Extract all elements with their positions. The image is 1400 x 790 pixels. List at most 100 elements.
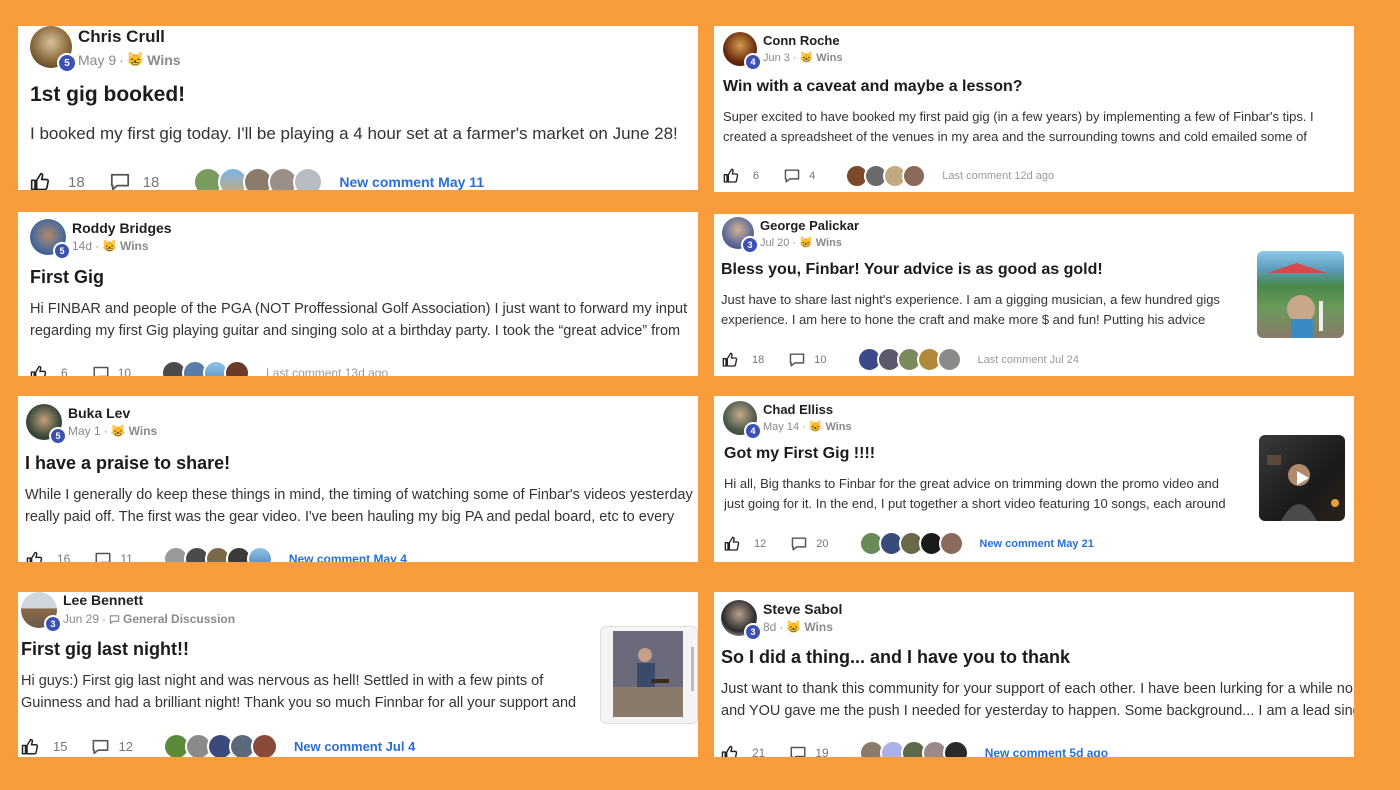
- post-body[interactable]: While I generally do keep these things i…: [25, 485, 698, 529]
- post-body[interactable]: Hi FINBAR and people of the PGA (NOT Pro…: [30, 299, 698, 343]
- thumbs-up-icon[interactable]: [30, 172, 50, 190]
- post-title[interactable]: Win with a caveat and maybe a lesson?: [723, 78, 1023, 96]
- party-emoji-icon: 😸: [102, 239, 117, 253]
- party-emoji-icon: 😸: [799, 52, 814, 64]
- thumbs-up-icon[interactable]: [30, 365, 47, 377]
- body-line: Hi guys:) First gig last night and was n…: [21, 673, 544, 689]
- avatar[interactable]: 5: [26, 404, 67, 445]
- comment-bubble-icon[interactable]: [790, 536, 808, 552]
- activity-link[interactable]: Last comment 13d ago: [266, 366, 388, 376]
- post-card[interactable]: 5 Roddy Bridges 14d · 😸 Wins First Gig Hi…: [18, 212, 698, 376]
- level-badge: 5: [53, 242, 71, 260]
- avatar[interactable]: 5: [30, 219, 71, 260]
- post-title[interactable]: I have a praise to share!: [25, 453, 230, 474]
- author-name[interactable]: George Palickar: [760, 218, 859, 233]
- post-title[interactable]: First gig last night!!: [21, 639, 189, 660]
- comment-count: 10: [814, 353, 827, 366]
- thumbs-up-icon[interactable]: [26, 551, 43, 563]
- category-label[interactable]: Wins: [129, 424, 158, 438]
- commenter-avatars: [858, 531, 964, 556]
- author-name[interactable]: Lee Bennett: [63, 592, 235, 608]
- like-count: 6: [61, 366, 68, 376]
- activity-link[interactable]: New comment May 21: [980, 538, 1094, 550]
- activity-link[interactable]: New comment May 4: [289, 552, 407, 562]
- thumbs-up-icon[interactable]: [724, 536, 740, 552]
- avatar[interactable]: 3: [722, 217, 759, 254]
- comment-bubble-icon[interactable]: [94, 551, 112, 563]
- post-card[interactable]: 3 Steve Sabol 8d · 😸 Wins So I did a thin…: [714, 592, 1354, 757]
- post-thumbnail[interactable]: [1257, 251, 1344, 338]
- play-icon[interactable]: [1259, 435, 1345, 521]
- post-body[interactable]: Just have to share last night's experien…: [721, 290, 1241, 329]
- post-card[interactable]: 4 Conn Roche Jun 3 · 😸 Wins Win with a ca…: [714, 26, 1354, 192]
- commenter-avatars: [193, 167, 324, 190]
- post-title[interactable]: Got my First Gig !!!!: [724, 445, 875, 463]
- author-name[interactable]: Chad Elliss: [763, 402, 852, 417]
- post-date: 14d: [72, 239, 93, 253]
- body-line: Just have to share last night's experien…: [721, 292, 1220, 307]
- avatar: [938, 531, 964, 556]
- avatar[interactable]: 3: [21, 592, 62, 633]
- comment-bubble-icon[interactable]: [788, 352, 806, 368]
- level-badge: 3: [744, 623, 762, 641]
- post-title[interactable]: Bless you, Finbar! Your advice is as goo…: [721, 261, 1103, 279]
- comment-bubble-icon[interactable]: [789, 745, 807, 758]
- comment-bubble-icon[interactable]: [783, 168, 801, 184]
- post-thumbnail[interactable]: [600, 626, 698, 724]
- comment-bubble-icon[interactable]: [92, 365, 110, 377]
- post-body[interactable]: Super excited to have booked my first pa…: [723, 107, 1351, 146]
- comment-bubble-icon[interactable]: [109, 172, 131, 190]
- comment-bubble-icon[interactable]: [91, 738, 110, 756]
- post-date: May 1: [68, 424, 101, 438]
- like-count: 18: [68, 173, 85, 191]
- author-name[interactable]: Chris Crull: [78, 27, 181, 47]
- thumbs-up-icon[interactable]: [722, 352, 738, 368]
- post-card[interactable]: 4 Chad Elliss May 14 · 😸 Wins Got my Firs…: [714, 396, 1354, 562]
- activity-link[interactable]: New comment 5d ago: [985, 746, 1108, 757]
- commenter-avatars: [162, 733, 278, 757]
- post-card[interactable]: 5 Buka Lev May 1 · 😸 Wins I have a praise…: [18, 396, 698, 562]
- thumbs-up-icon[interactable]: [723, 168, 739, 184]
- post-date: Jun 29: [63, 612, 100, 626]
- post-body[interactable]: Hi all, Big thanks to Finbar for the gre…: [724, 474, 1249, 513]
- category-label[interactable]: Wins: [120, 239, 149, 253]
- activity-link[interactable]: Last comment 12d ago: [942, 170, 1054, 182]
- avatar[interactable]: 4: [723, 401, 762, 440]
- comment-count: 11: [120, 552, 133, 562]
- level-badge: 5: [49, 427, 67, 445]
- activity-link[interactable]: New comment Jul 4: [294, 739, 415, 754]
- category-label[interactable]: Wins: [804, 620, 833, 634]
- avatar[interactable]: 4: [723, 32, 762, 71]
- avatar[interactable]: 3: [721, 600, 762, 641]
- avatar: [246, 546, 273, 562]
- comment-count: 12: [118, 739, 133, 754]
- party-emoji-icon: 😸: [799, 237, 813, 249]
- post-title[interactable]: First Gig: [30, 267, 104, 288]
- post-title[interactable]: So I did a thing... and I have you to th…: [721, 647, 1070, 668]
- author-name[interactable]: Buka Lev: [68, 405, 157, 421]
- post-body[interactable]: Just want to thank this community for yo…: [721, 679, 1354, 723]
- post-title[interactable]: 1st gig booked!: [30, 83, 185, 107]
- author-name[interactable]: Conn Roche: [763, 33, 842, 48]
- post-body[interactable]: I booked my first gig today. I'll be pla…: [30, 121, 698, 147]
- author-name[interactable]: Roddy Bridges: [72, 220, 172, 236]
- video-thumbnail[interactable]: [1259, 435, 1345, 521]
- body-line: Just want to thank this community for yo…: [721, 681, 1353, 697]
- category-label[interactable]: Wins: [816, 52, 842, 64]
- activity-link[interactable]: New comment May 11: [339, 174, 484, 190]
- author-name[interactable]: Steve Sabol: [763, 601, 842, 617]
- category-label[interactable]: Wins: [825, 421, 851, 433]
- category-label[interactable]: Wins: [816, 237, 842, 249]
- avatar[interactable]: 5: [30, 26, 77, 73]
- post-card[interactable]: 3 Lee Bennett Jun 29 · General Discussio…: [18, 592, 698, 757]
- body-line: Guinness and had a brilliant night! Than…: [21, 694, 577, 711]
- post-card[interactable]: 5 Chris Crull May 9 · 😸 Wins 1st gig book…: [18, 26, 698, 190]
- category-label[interactable]: General Discussion: [123, 612, 235, 626]
- activity-link[interactable]: Last comment Jul 24: [978, 354, 1080, 366]
- like-count: 12: [754, 537, 767, 550]
- post-card[interactable]: 3 George Palickar Jul 20 · 😸 Wins Bless y…: [714, 214, 1354, 376]
- thumbs-up-icon[interactable]: [721, 745, 738, 758]
- category-label[interactable]: Wins: [147, 52, 180, 68]
- thumbs-up-icon[interactable]: [21, 738, 39, 756]
- post-body[interactable]: Hi guys:) First gig last night and was n…: [21, 671, 591, 715]
